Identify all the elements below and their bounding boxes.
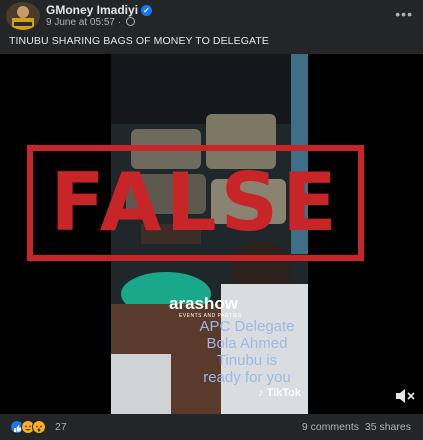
post-meta: 9 June at 05:57 ·	[46, 17, 135, 28]
author-name[interactable]: GMoney Imadiyi ✓	[46, 3, 153, 17]
post-caption: TINUBU SHARING BAGS OF MONEY TO DELEGATE	[9, 35, 269, 47]
post-time[interactable]: 9 June at 05:57	[46, 17, 115, 28]
more-options-icon[interactable]: •••	[395, 6, 413, 22]
overlay-line: APC Delegate	[199, 318, 295, 335]
overlay-line: Tinubu is	[216, 352, 278, 369]
meta-separator: ·	[117, 17, 122, 28]
arashow-watermark: arashow	[169, 294, 238, 313]
overlay-line: Bola Ahmed	[206, 335, 288, 352]
false-stamp: FALSE	[27, 145, 364, 261]
video-overlay-text: APC Delegate Bola Ahmed Tinubu is ready …	[177, 318, 317, 386]
shares-count[interactable]: 35 shares	[365, 421, 411, 433]
post-footer: 27 9 comments 35 shares	[0, 414, 423, 440]
false-stamp-text: FALSE	[50, 156, 341, 249]
post-stats: 9 comments 35 shares	[302, 421, 411, 433]
facebook-post: GMoney Imadiyi ✓ 9 June at 05:57 · ••• TI…	[0, 0, 423, 440]
comments-count[interactable]: 9 comments	[302, 421, 359, 433]
tiktok-handle: @idris_wahab1	[258, 401, 300, 407]
author-name-text[interactable]: GMoney Imadiyi	[46, 3, 138, 17]
public-globe-icon	[125, 17, 135, 26]
overlay-line: ready for you	[203, 369, 291, 386]
reaction-count[interactable]: 27	[55, 421, 67, 433]
post-header: GMoney Imadiyi ✓ 9 June at 05:57 · •••	[6, 2, 417, 30]
verified-badge-icon: ✓	[141, 5, 153, 16]
mute-speaker-icon[interactable]	[395, 388, 415, 404]
wow-reaction-icon	[32, 420, 46, 434]
tiktok-label: TikTok	[266, 387, 301, 399]
author-avatar[interactable]	[6, 2, 40, 30]
post-video[interactable]: FALSE arashow EVENTS AND PARTIES APC Del…	[0, 54, 423, 414]
avatar-image	[6, 2, 40, 30]
tiktok-logo: ♪ TikTok	[258, 387, 301, 399]
